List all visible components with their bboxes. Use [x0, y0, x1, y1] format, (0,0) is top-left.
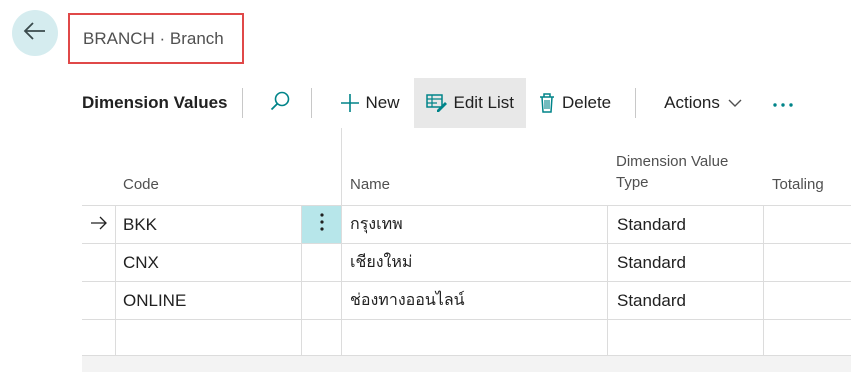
- part-title: Dimension Values: [82, 93, 228, 112]
- trash-icon: [538, 92, 556, 114]
- name-cell[interactable]: กรุงเทพ: [342, 206, 608, 243]
- more-icon: [772, 93, 794, 113]
- new-button-label: New: [365, 93, 400, 112]
- action-bar: Dimension Values New Edit List Delete Ac…: [82, 78, 851, 128]
- new-button[interactable]: New: [328, 78, 414, 128]
- arrow-left-icon: [23, 21, 47, 46]
- plus-icon: [340, 93, 360, 113]
- chevron-down-icon: [728, 98, 742, 108]
- edit-list-button-label: Edit List: [453, 93, 514, 112]
- code-cell[interactable]: ONLINE: [116, 282, 302, 319]
- current-row-indicator: [82, 206, 116, 243]
- column-header-type[interactable]: Dimension Value Type: [608, 128, 764, 205]
- delete-button-label: Delete: [562, 93, 612, 112]
- delete-button[interactable]: Delete: [526, 78, 623, 128]
- name-cell[interactable]: ช่องทางออนไลน์: [342, 282, 608, 319]
- name-cell[interactable]: เชียงใหม่: [342, 244, 608, 281]
- actions-menu-label: Actions: [664, 93, 720, 112]
- back-button[interactable]: [12, 10, 58, 56]
- actions-menu[interactable]: Actions: [636, 78, 756, 128]
- totaling-cell[interactable]: [764, 282, 851, 319]
- grid-footer: [82, 356, 851, 372]
- edit-list-button[interactable]: Edit List: [413, 78, 526, 128]
- grid-header: Code Name Dimension Value Type Totaling: [82, 128, 851, 206]
- new-row[interactable]: [82, 320, 851, 356]
- search-icon: [269, 90, 291, 117]
- type-cell[interactable]: Standard: [608, 206, 764, 243]
- column-header-code[interactable]: Code: [116, 128, 302, 205]
- more-options-button[interactable]: [756, 78, 800, 128]
- type-cell[interactable]: Standard: [608, 282, 764, 319]
- table-row[interactable]: BKK กรุงเทพ Standard: [82, 206, 851, 244]
- search-button[interactable]: [243, 78, 311, 128]
- vertical-ellipsis-icon: [319, 213, 324, 236]
- code-cell[interactable]: CNX: [116, 244, 302, 281]
- row-menu-button[interactable]: [302, 206, 342, 243]
- arrow-right-icon: [90, 215, 108, 235]
- dimension-values-grid: Code Name Dimension Value Type Totaling …: [82, 128, 851, 356]
- edit-list-icon: [425, 93, 448, 113]
- totaling-cell[interactable]: [764, 244, 851, 281]
- table-row[interactable]: ONLINE ช่องทางออนไลน์ Standard: [82, 282, 851, 320]
- column-header-totaling[interactable]: Totaling: [764, 128, 851, 205]
- toolbar-divider: [310, 88, 312, 118]
- code-cell[interactable]: BKK: [116, 206, 302, 243]
- page-title: BRANCH · Branch: [68, 13, 244, 64]
- type-cell[interactable]: Standard: [608, 244, 764, 281]
- column-header-name[interactable]: Name: [342, 128, 608, 205]
- table-row[interactable]: CNX เชียงใหม่ Standard: [82, 244, 851, 282]
- totaling-cell[interactable]: [764, 206, 851, 243]
